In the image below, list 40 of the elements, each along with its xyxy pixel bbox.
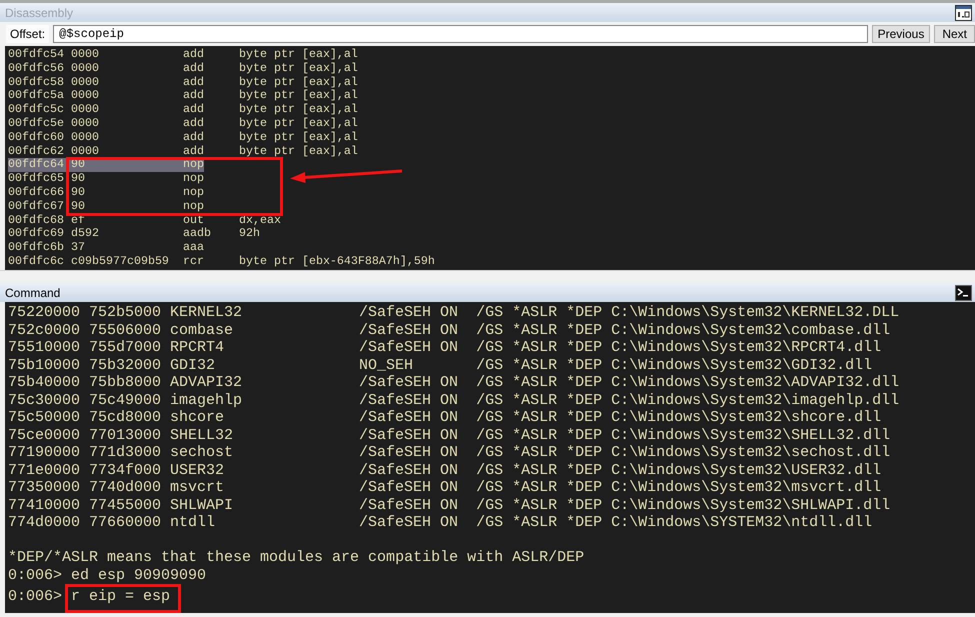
command-text: ed esp 90909090 bbox=[71, 566, 206, 584]
disassembly-line[interactable]: 00fdfc66 90 nop bbox=[8, 186, 204, 200]
module-line: 77410000 77455000 SHLWAPI /SafeSEH ON /GS *ASLR *DEP C:\Windows\System32\SHLWAPI.dll bbox=[8, 496, 890, 514]
module-line: 75b10000 75b32000 GDI32 NO_SEH /GS *ASLR *DEP C:\Windows\System32\GDI32.dll bbox=[8, 356, 872, 374]
prompt-text: 0:006> bbox=[8, 566, 62, 584]
console-icon[interactable] bbox=[955, 284, 972, 300]
disassembly-line[interactable]: 00fdfc56 0000 add byte ptr [eax],al bbox=[8, 62, 358, 76]
module-line: 774d0000 77660000 ntdll /SafeSEH ON /GS *ASLR *DEP C:\Windows\SYSTEM32\ntdll.dll bbox=[8, 514, 872, 532]
output-line: *DEP/*ASLR means that these modules are compatible with ASLR/DEP bbox=[8, 549, 584, 566]
disassembly-line[interactable]: 00fdfc5c 0000 add byte ptr [eax],al bbox=[8, 103, 358, 117]
disassembly-line[interactable]: 00fdfc69 d592 aadb 92h bbox=[8, 227, 260, 242]
module-line: 77350000 7740d000 msvcrt /SafeSEH ON /GS *ASLR *DEP C:\Windows\System32\msvcrt.dll bbox=[8, 479, 882, 496]
disassembly-line[interactable]: 00fdfc60 0000 add byte ptr [eax],al bbox=[8, 130, 358, 145]
disassembly-line[interactable]: 00fdfc6b 37 aaa bbox=[8, 241, 204, 255]
module-line: 75510000 755d7000 RPCRT4 /SafeSEH ON /GS *ASLR *DEP C:\Windows\System32\RPCRT4.dll bbox=[8, 339, 882, 356]
pane-title: Disassembly bbox=[5, 6, 74, 20]
disassembly-line[interactable]: 00fdfc62 0000 add byte ptr [eax],al bbox=[8, 144, 358, 158]
nav-button[interactable]: Previous bbox=[872, 25, 930, 43]
module-line: 77190000 771d3000 sechost /SafeSEH ON /GS *ASLR *DEP C:\Windows\System32\sechost.dll bbox=[8, 444, 890, 462]
pane-title: Command bbox=[5, 286, 60, 300]
command-text: r eip = esp bbox=[65, 584, 182, 613]
disassembly-line[interactable]: 00fdfc58 0000 add byte ptr [eax],al bbox=[8, 76, 358, 90]
window-icon[interactable] bbox=[955, 4, 972, 20]
module-line: 75ce0000 77013000 SHELL32 /SafeSEH ON /GS *ASLR *DEP C:\Windows\System32\SHELL32.dll bbox=[8, 426, 890, 444]
nav-button[interactable]: Next bbox=[934, 25, 975, 43]
module-line: 75b40000 75bb8000 ADVAPI32 /SafeSEH ON /GS *ASLR *DEP C:\Windows\System32\ADVAPI32.dll bbox=[8, 374, 900, 392]
disassembly-line[interactable]: 00fdfc65 90 nop bbox=[8, 172, 204, 186]
prompt-text: 0:006> bbox=[8, 588, 62, 605]
offset-field[interactable]: @$scopeip bbox=[53, 25, 868, 43]
disassembly-line[interactable]: 00fdfc54 0000 add byte ptr [eax],al bbox=[8, 48, 358, 62]
disassembly-line[interactable]: 00fdfc67 90 nop bbox=[8, 200, 204, 214]
module-line: 75c50000 75cd8000 shcore /SafeSEH ON /GS *ASLR *DEP C:\Windows\System32\shcore.dll bbox=[8, 409, 882, 426]
offset-label: Offset: bbox=[6, 25, 50, 43]
disassembly-line[interactable]: 00fdfc6c c09b5977c09b59 rcr byte ptr [ebx-643F88A7h],59h bbox=[8, 254, 435, 269]
module-line: 771e0000 7734f000 USER32 /SafeSEH ON /GS *ASLR *DEP C:\Windows\System32\USER32.dll bbox=[8, 462, 882, 479]
disassembly-line[interactable]: 00fdfc5e 0000 add byte ptr [eax],al bbox=[8, 116, 358, 131]
module-line: 75c30000 75c49000 imagehlp /SafeSEH ON /GS *ASLR *DEP C:\Windows\System32\imagehlp.dll bbox=[8, 392, 900, 409]
module-line: 752c0000 75506000 combase /SafeSEH ON /GS *ASLR *DEP C:\Windows\System32\combase.dll bbox=[8, 322, 890, 339]
module-line: 75220000 752b5000 KERNEL32 /SafeSEH ON /GS *ASLR *DEP C:\Windows\System32\KERNEL32.DLL bbox=[8, 304, 900, 322]
disassembly-line[interactable]: 00fdfc5a 0000 add byte ptr [eax],al bbox=[8, 89, 358, 104]
